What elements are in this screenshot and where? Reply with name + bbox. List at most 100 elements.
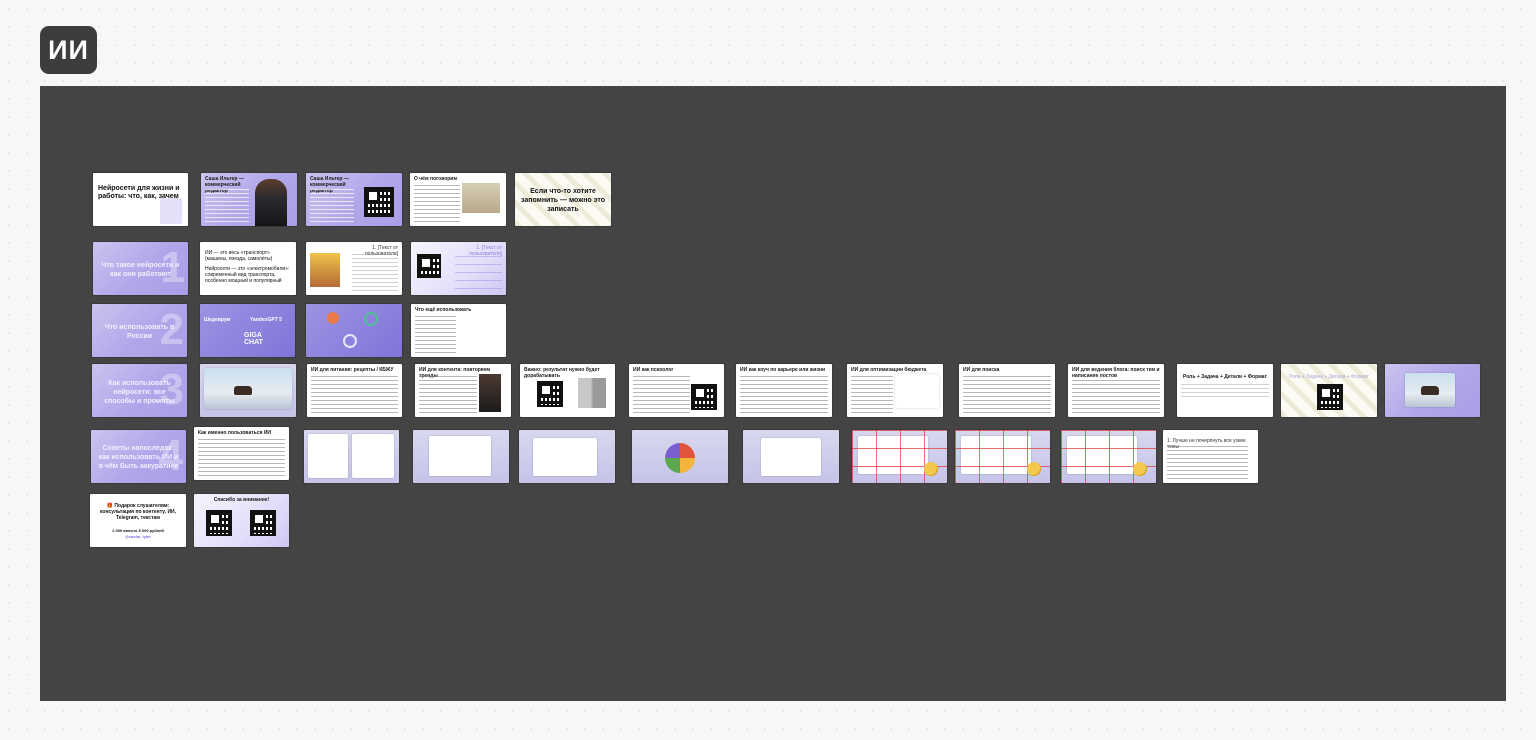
slide-title: ИИ как коуч по карьере или жизни	[740, 367, 826, 373]
slide-title: Роль + Задача + Детали + Формат	[1183, 374, 1267, 380]
slide-title: Как использовать нейросети: все способы …	[104, 380, 175, 405]
slide-thumbnail[interactable]	[743, 430, 839, 483]
slide-title: О чём поговорим	[414, 176, 458, 182]
slide-text: ИИ — это весь «транспорт» (машины, поезд…	[205, 250, 273, 262]
slide-title: ИИ как психолог	[633, 367, 674, 373]
qr-code	[364, 187, 394, 217]
slide-thumbnail[interactable]: Саша Ильтер — коммерческий редактор	[201, 173, 297, 226]
slide-title: Что ещё использовать	[415, 307, 472, 313]
slide-text-lines	[455, 256, 502, 291]
slide-text-lines	[1072, 380, 1160, 413]
slide-thumbnail[interactable]: ИИ для питания: рецепты / КБЖУ	[307, 364, 402, 417]
chat-screenshot	[761, 438, 821, 476]
slide-thumbnail[interactable]: 4 Советы напоследок: как использовать ИИ…	[91, 430, 186, 483]
slide-title: ИИ для питания: рецепты / КБЖУ	[311, 367, 394, 373]
slide-text-lines	[198, 439, 285, 476]
chat-screenshot	[352, 434, 394, 478]
slide-thumbnail[interactable]: 2 Что использовать в России	[92, 304, 187, 357]
claude-icon	[327, 312, 339, 324]
slide-thumbnail[interactable]: Спасибо за внимание!	[194, 494, 289, 547]
slide-text-lines	[1167, 446, 1248, 479]
chat-screenshot	[533, 438, 597, 476]
slide-text-lines	[851, 376, 893, 413]
slide-thumbnail[interactable]: ИИ как коуч по карьере или жизни	[736, 364, 832, 417]
chat-screenshot	[308, 434, 348, 478]
slide-text-lines	[419, 376, 477, 413]
slide-thumbnail[interactable]: ИИ для контента: повторяем тренды	[415, 364, 511, 417]
slide-thumbnail[interactable]: ИИ как психолог	[629, 364, 724, 417]
slide-title: ИИ для оптимизации бюджета	[851, 367, 927, 373]
slide-text-lines	[633, 376, 690, 413]
slide-thumbnail[interactable]	[519, 430, 615, 483]
slide-thumbnail[interactable]	[632, 430, 728, 483]
slide-thumbnail[interactable]: Шедеврум YandexGPT 5 GIGA CHAT	[200, 304, 295, 357]
chatgpt-icon	[364, 312, 378, 326]
slide-thumbnail[interactable]	[413, 430, 509, 483]
slide-thumbnail[interactable]: ИИ для оптимизации бюджета	[847, 364, 943, 417]
slide-thumbnail[interactable]: 3 Как использовать нейросети: все способ…	[92, 364, 187, 417]
slide-thumbnail[interactable]: Саша Ильтер — коммерческий редактор	[306, 173, 402, 226]
slide-text: Нейросети — это «электромобили»: совреме…	[205, 266, 290, 284]
slide-thumbnail[interactable]: 🎁 Подарок слушателям: консультация по ко…	[90, 494, 186, 547]
slide-thumbnail[interactable]	[304, 430, 399, 483]
slide-photo	[310, 253, 340, 287]
slide-title: ИИ для поиска	[963, 367, 1000, 373]
horse-image	[234, 386, 252, 395]
horse-image	[1421, 386, 1439, 395]
slide-thumbnail[interactable]: Роль + Задача + Детали + Формат	[1281, 364, 1377, 417]
perplexity-icon	[343, 334, 357, 348]
qr-code	[206, 510, 232, 536]
slide-title: Советы напоследок: как использовать ИИ и…	[98, 445, 179, 470]
slide-thumbnail[interactable]: Важно: результат нужно будет дорабатыват…	[520, 364, 615, 417]
slide-text-lines	[963, 376, 1051, 413]
slide-thumbnail[interactable]	[200, 364, 296, 417]
emoji-icon	[1133, 462, 1147, 476]
slide-thumbnail[interactable]: 1. [Текст от пользователя]	[411, 242, 506, 295]
slide-text: 2 000 вместо 5 000 рублей	[112, 528, 164, 533]
emoji-icon	[924, 462, 938, 476]
chat-screenshot	[895, 374, 939, 408]
slide-thumbnail[interactable]: 1. Лучше не почерпнуть все узкие темы	[1163, 430, 1258, 483]
slide-thumbnail[interactable]: 1 Что такое нейросети и как они работают	[93, 242, 188, 295]
slide-thumbnail[interactable]: ИИ для поиска	[959, 364, 1055, 417]
slide-title: Что такое нейросети и как они работают	[101, 262, 180, 278]
slide-thumbnail[interactable]: О чём поговорим	[410, 173, 506, 226]
slide-photo	[578, 378, 606, 408]
slide-text-lines	[310, 189, 354, 222]
slide-text-lines	[414, 185, 460, 222]
slide-text-lines	[415, 316, 456, 353]
healthy-plate-image	[665, 443, 695, 473]
slides-frame[interactable]: Нейросети для жизни и работы: что, как, …	[40, 86, 1506, 701]
slide-photo	[479, 374, 501, 412]
slide-thumbnail[interactable]	[955, 430, 1050, 483]
slide-thumbnail[interactable]: Что ещё использовать	[411, 304, 506, 357]
app-logo: GIGA CHAT	[244, 332, 263, 346]
slide-thumbnail[interactable]	[306, 304, 402, 357]
app-logo: Шедеврум	[204, 317, 231, 323]
slide-title: Если что-то хотите запомнить — можно это…	[520, 188, 606, 213]
slide-text-lines	[352, 254, 398, 291]
slide-thumbnail[interactable]	[1061, 430, 1156, 483]
app-logo: YandexGPT 5	[250, 317, 282, 323]
speaker-photo	[255, 179, 287, 226]
qr-code	[250, 510, 276, 536]
slide-thumbnail[interactable]: Как именно пользоваться ИИ	[194, 427, 289, 480]
slide-thumbnail[interactable]	[1385, 364, 1480, 417]
slide-thumbnail[interactable]: Роль + Задача + Детали + Формат	[1177, 364, 1273, 417]
slide-thumbnail[interactable]: ИИ для ведения блога: поиск тем и написа…	[1068, 364, 1164, 417]
contact-link: @sasha_iyter	[125, 534, 151, 539]
slide-thumbnail[interactable]: 1. [Текст от пользователя]	[306, 242, 402, 295]
slide-thumbnail[interactable]: ИИ — это весь «транспорт» (машины, поезд…	[200, 242, 296, 295]
emoji-icon	[1027, 462, 1041, 476]
qr-code	[537, 381, 563, 407]
slide-title: 🎁 Подарок слушателям: консультация по ко…	[99, 503, 177, 521]
slide-thumbnail[interactable]	[852, 430, 947, 483]
slide-photo	[462, 183, 500, 213]
slide-thumbnail[interactable]: Нейросети для жизни и работы: что, как, …	[93, 173, 188, 226]
chat-screenshot	[429, 436, 491, 476]
slide-title: Как именно пользоваться ИИ	[198, 430, 272, 436]
slide-title: Роль + Задача + Детали + Формат	[1289, 374, 1369, 380]
slide-thumbnail[interactable]: Если что-то хотите запомнить — можно это…	[515, 173, 611, 226]
board-title[interactable]: ИИ	[40, 26, 97, 74]
slide-title: Спасибо за внимание!	[213, 497, 270, 503]
